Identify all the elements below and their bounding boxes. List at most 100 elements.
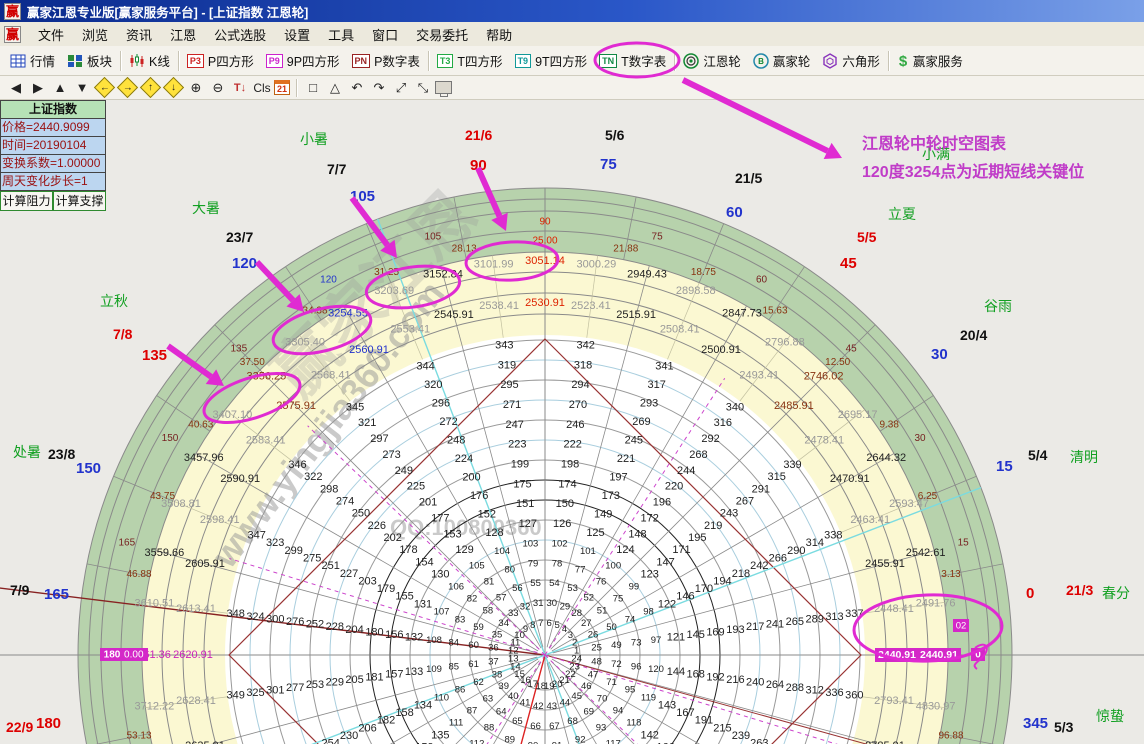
svg-text:12.50: 12.50 [825,357,850,368]
tool-nav-right[interactable]: ▶ [28,78,48,97]
date-label-60: 21/5 [735,170,762,186]
tool-zoom-out[interactable]: ⊖ [208,78,228,97]
tool-triangle-tool[interactable]: △ [325,78,345,97]
menu-item-2[interactable]: 资讯 [117,26,161,45]
svg-text:318: 318 [574,359,592,371]
toolbar-button-winner-wheel[interactable]: B赢家轮 [747,49,817,72]
svg-text:112: 112 [469,738,484,744]
toolbar-button-quotes[interactable]: 行情 [4,49,61,72]
toolbar-button-9p-square[interactable]: P99P四方形 [260,49,346,72]
menu-logo-icon: 赢 [4,26,21,43]
toolbar-button-p-number-table[interactable]: PNP数字表 [346,49,426,72]
svg-text:37: 37 [488,656,499,667]
calc-resistance-button[interactable]: 计算阻力 [0,191,53,211]
svg-text:2538.41: 2538.41 [479,300,519,312]
menu-item-8[interactable]: 交易委托 [407,26,477,45]
svg-text:267: 267 [736,496,754,508]
toolbar-button-sectors[interactable]: 板块 [61,49,118,72]
toolbar-button-t-number-table[interactable]: TNT数字表 [593,49,672,72]
menu-item-5[interactable]: 设置 [275,26,319,45]
svg-text:25.00: 25.00 [532,236,557,247]
toolbar-button-t-square[interactable]: T3T四方形 [431,49,509,72]
tool-calendar[interactable]: 21 [274,80,290,95]
svg-text:104: 104 [494,546,510,557]
svg-text:18.75: 18.75 [691,267,716,278]
svg-text:127: 127 [519,518,537,530]
svg-text:29: 29 [560,602,571,613]
tool-step-down[interactable]: ↓ [163,77,184,98]
svg-text:3407.10: 3407.10 [213,409,253,421]
svg-text:319: 319 [498,359,516,371]
svg-text:3051.14: 3051.14 [525,255,565,267]
toolbar-button-kline[interactable]: K线 [123,49,176,72]
svg-text:2796.88: 2796.88 [765,336,805,348]
tool-zoom-in[interactable]: ⊕ [186,78,206,97]
svg-text:3457.96: 3457.96 [184,452,224,464]
menu-item-0[interactable]: 文件 [29,26,73,45]
toolbar-button-gann-wheel[interactable]: 江恩轮 [677,49,747,72]
svg-text:26: 26 [588,630,599,641]
toolbar-button-hexagon[interactable]: 六角形 [816,49,886,72]
date-label-135: 7/8 [113,326,132,342]
svg-text:62: 62 [473,677,484,688]
svg-text:219: 219 [704,520,722,532]
menu-item-7[interactable]: 窗口 [363,26,407,45]
sectors-icon [67,54,83,68]
tool-step-left[interactable]: ← [94,77,115,98]
tool-cls[interactable]: Cls [252,78,272,97]
svg-text:174: 174 [558,478,576,490]
svg-text:120: 120 [320,275,337,286]
tool-nav-down[interactable]: ▼ [72,78,92,97]
svg-text:268: 268 [689,449,707,461]
toolbar-button-winner-service[interactable]: $赢家服务 [891,49,969,72]
gann-wheel-chart[interactable]: www.yingjia360.com赢家江恩QQ:100800360123456… [0,100,1144,744]
tool-rect-tool[interactable]: □ [303,78,323,97]
svg-text:63: 63 [483,693,494,704]
solar-term-label-105: 小暑 [300,129,328,149]
svg-text:2448.41: 2448.41 [874,603,914,615]
svg-text:27: 27 [581,618,592,629]
svg-text:60: 60 [468,640,479,651]
tool-shrink[interactable]: ⤡ [413,78,433,97]
svg-text:322: 322 [304,471,322,483]
svg-text:3152.84: 3152.84 [423,268,463,280]
svg-text:95: 95 [625,685,636,696]
svg-text:40.63: 40.63 [188,420,213,431]
svg-text:133: 133 [405,666,423,678]
tool-expand[interactable]: ⤢ [391,78,411,97]
toolbar-button-p-square[interactable]: P3P四方形 [181,49,260,72]
svg-text:197: 197 [609,472,627,484]
tool-nav-left[interactable]: ◀ [6,78,26,97]
calc-support-button[interactable]: 计算支撑 [53,191,106,211]
svg-text:21.88: 21.88 [613,244,638,255]
svg-text:3000.29: 3000.29 [577,258,617,270]
tool-rotate-ccw[interactable]: ↶ [347,78,367,97]
menu-item-3[interactable]: 江恩 [161,26,205,45]
gann-wheel-svg[interactable]: www.yingjia360.com赢家江恩QQ:100800360123456… [0,100,1144,744]
svg-text:2847.73: 2847.73 [722,308,762,320]
svg-text:106: 106 [448,581,464,592]
tool-screen-icon[interactable] [435,81,452,94]
tool-step-right[interactable]: → [117,77,138,98]
svg-text:215: 215 [713,722,731,734]
svg-text:2515.91: 2515.91 [616,309,656,321]
svg-text:277: 277 [286,682,304,694]
svg-text:178: 178 [399,544,417,556]
tool-rotate-cw[interactable]: ↷ [369,78,389,97]
tool-nav-up[interactable]: ▲ [50,78,70,97]
toolbar-label-hexagon: 六角形 [842,51,880,70]
menu-item-1[interactable]: 浏览 [73,26,117,45]
p-square-icon: P3 [187,54,204,68]
menu-item-6[interactable]: 工具 [319,26,363,45]
tool-t-updown[interactable]: T↓ [230,78,250,97]
svg-text:2575.91: 2575.91 [276,400,316,412]
quotes-icon [10,54,26,68]
toolbar-button-9t-square[interactable]: T99T四方形 [509,49,594,72]
svg-text:251: 251 [322,560,340,572]
svg-text:49: 49 [611,640,622,651]
solar-term-label-135: 立秋 [100,291,128,311]
menu-item-4[interactable]: 公式选股 [205,26,275,45]
menu-item-9[interactable]: 帮助 [477,26,521,45]
tool-step-up[interactable]: ↑ [140,77,161,98]
svg-text:271: 271 [503,399,521,411]
